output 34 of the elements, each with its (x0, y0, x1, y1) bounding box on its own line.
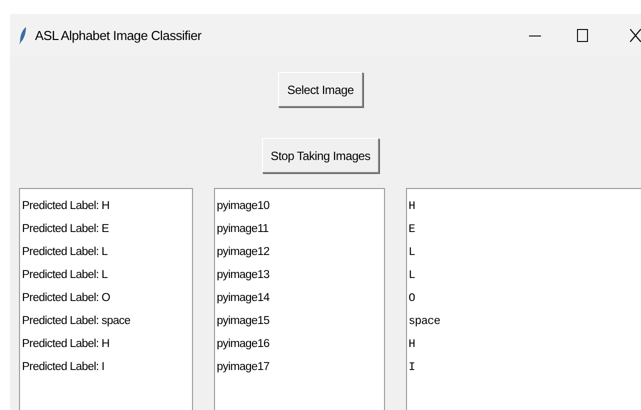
listbox[interactable]: Predicted Label: H Predicted Label: E Predicted Label: L Predicted Label: L Predicted Label: O Predicted Label: space Predicted Label: H Predicted Label: I (19, 188, 193, 410)
image-name-item[interactable]: pyimage11 (216, 218, 269, 241)
prediction-item[interactable]: Predicted Label: L (22, 264, 108, 287)
button[interactable]: Stop Taking Images (262, 138, 380, 173)
maximize-icon[interactable] (577, 29, 588, 42)
image-name-item[interactable]: pyimage13 (216, 264, 270, 287)
button[interactable]: Select Image (278, 72, 363, 107)
text-line: H (408, 199, 415, 215)
prediction-item[interactable]: Predicted Label: I (22, 356, 104, 379)
text-area[interactable]: H E L L O space H I (406, 188, 641, 410)
text-line: H (408, 337, 415, 353)
image-name-item[interactable]: pyimage17 (216, 356, 270, 379)
image-name-item[interactable]: pyimage12 (216, 241, 270, 264)
text-line: L (408, 268, 415, 284)
text-line: O (408, 291, 415, 307)
text-line: I (408, 360, 415, 376)
image-name-item[interactable]: pyimage14 (216, 287, 270, 310)
image-name-item[interactable]: pyimage10 (216, 195, 270, 218)
text-line: space (408, 314, 440, 330)
listbox[interactable]: pyimage10 pyimage11 pyimage12 pyimage13 pyimage14 pyimage15 pyimage16 pyimage17 (214, 188, 384, 410)
prediction-item[interactable]: Predicted Label: L (22, 241, 108, 264)
image-name-item[interactable]: pyimage15 (216, 310, 270, 333)
prediction-item[interactable]: Predicted Label: E (22, 218, 109, 241)
minimize-icon[interactable] (529, 34, 541, 36)
text-line: E (408, 222, 415, 238)
prediction-item[interactable]: Predicted Label: O (22, 287, 110, 310)
feather-icon (19, 26, 27, 44)
prediction-item[interactable]: Predicted Label: space (22, 310, 130, 333)
prediction-item[interactable]: Predicted Label: H (22, 333, 110, 356)
image-name-item[interactable]: pyimage16 (216, 333, 270, 356)
text-line: L (408, 245, 415, 261)
prediction-item[interactable]: Predicted Label: H (22, 195, 110, 218)
window-title: ASL Alphabet Image Classifier (35, 28, 202, 43)
close-icon[interactable] (630, 29, 641, 42)
